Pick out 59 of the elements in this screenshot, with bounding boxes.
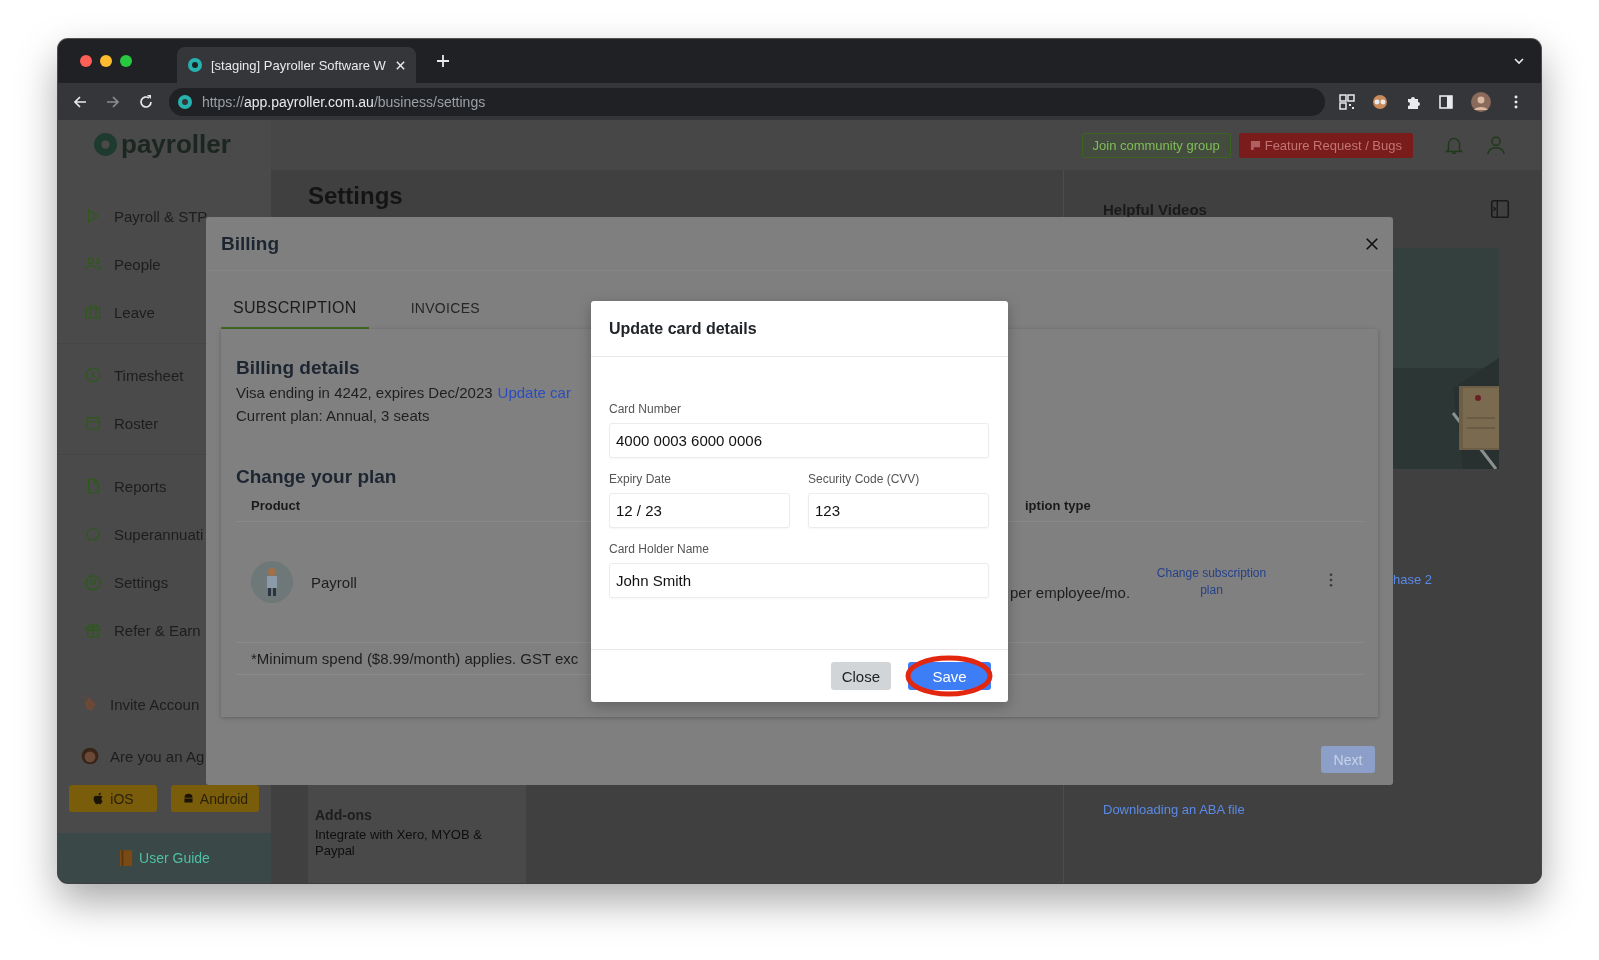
site-icon — [176, 93, 193, 110]
field-label: Card Number — [609, 401, 683, 417]
chevron-down-icon[interactable] — [1513, 55, 1525, 67]
reload-icon[interactable] — [137, 93, 154, 110]
section-title: Billing details — [236, 356, 360, 380]
gear-icon — [84, 573, 102, 591]
plan-info-text: Current plan: Annual, 3 seats — [236, 406, 430, 426]
clock-icon — [84, 366, 102, 384]
close-tab-icon[interactable] — [395, 59, 406, 71]
video-link[interactable]: Downloading an ABA file — [1103, 802, 1245, 817]
gift-icon — [84, 621, 102, 639]
input-field[interactable]: 4000 0003 6000 0006 — [609, 423, 989, 458]
calendar-icon — [84, 414, 102, 432]
app-store-button[interactable]: Android — [171, 785, 259, 812]
people-icon — [84, 255, 102, 273]
product-name: Payroll — [311, 573, 357, 591]
update-card-link[interactable]: Update car — [497, 381, 571, 404]
input-field[interactable]: 123 — [808, 493, 989, 528]
community-button[interactable]: Join community group — [1081, 132, 1231, 158]
side-panel-icon[interactable] — [1438, 93, 1455, 110]
qr-code-icon[interactable] — [1339, 93, 1356, 110]
flag-icon — [1249, 139, 1261, 151]
input-field[interactable]: 12 / 23 — [609, 493, 790, 528]
card-info-text: Visa ending in 4242, expires Dec/2023 — [236, 383, 493, 403]
tab-title: [staging] Payroller Software W — [211, 57, 387, 73]
maximize-window-icon[interactable] — [120, 55, 132, 67]
dialog-title: Billing — [221, 232, 280, 255]
glasses-icon[interactable] — [1372, 93, 1389, 110]
logo-icon — [93, 131, 118, 157]
panel-toggle-icon[interactable] — [1489, 198, 1511, 220]
book-icon — [119, 849, 134, 867]
input-field[interactable]: John Smith — [609, 563, 989, 598]
section-title: Change your plan — [236, 465, 397, 489]
column-header: Product — [251, 498, 301, 513]
change-plan-link[interactable]: Change subscription plan — [1149, 565, 1274, 599]
minimize-window-icon[interactable] — [100, 55, 112, 67]
field-label: Security Code (CVV) — [808, 471, 921, 487]
field-label: Card Holder Name — [609, 541, 711, 557]
app-store-button[interactable]: iOS — [69, 785, 157, 812]
close-window-icon[interactable] — [80, 55, 92, 67]
field-label: Expiry Date — [609, 471, 673, 487]
user-guide-link[interactable]: User Guide — [119, 849, 210, 867]
tab[interactable]: INVOICES — [398, 289, 492, 329]
product-avatar-icon — [251, 561, 293, 603]
dialog-title: Update card details — [609, 319, 757, 338]
video-link[interactable]: hase 2 — [1393, 572, 1433, 587]
price-text: per employee/mo. — [1010, 583, 1132, 601]
new-tab-icon[interactable] — [436, 54, 450, 68]
browser-tab[interactable]: [staging] Payroller Software W — [177, 47, 416, 83]
site-icon — [187, 57, 203, 73]
close-icon[interactable] — [1365, 236, 1379, 251]
briefcase-icon — [84, 303, 102, 321]
address-field[interactable]: https://app.payroller.com.au/business/settings — [168, 87, 1326, 116]
card-description: Integrate with Xero, MYOB & Paypal — [315, 827, 483, 859]
column-header: iption type — [1025, 498, 1091, 513]
url-text: https://app.payroller.com.au/business/settings — [201, 93, 486, 110]
forward-icon[interactable] — [104, 93, 121, 110]
feature-request-button[interactable]: Feature Request / Bugs — [1238, 132, 1413, 158]
profile-avatar-icon[interactable] — [1471, 91, 1492, 112]
